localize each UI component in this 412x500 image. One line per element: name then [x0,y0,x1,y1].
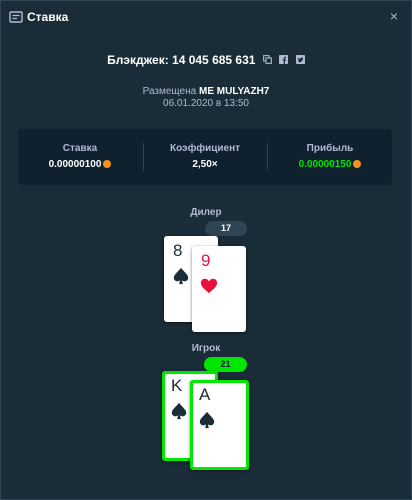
dealer-card-2: 9 [192,246,246,332]
player-card-2: A [190,380,249,470]
twitter-icon[interactable] [295,55,305,65]
copy-icon[interactable] [262,55,272,65]
placed-prefix: Размещена [142,86,197,97]
stake-value: 0.00000100 [48,159,102,170]
modal-header: Ставка × [1,1,411,33]
spade-icon [173,267,189,285]
bet-date: 06.01.2020 в 13:50 [163,98,249,109]
stake-value-row: 0.00000100 [18,159,142,170]
stake-label: Ставка [62,143,98,154]
bet-slip-icon [9,11,23,23]
facebook-icon[interactable] [279,55,289,65]
profit-label: Прибыль [306,143,354,154]
close-button[interactable]: × [387,9,401,23]
placed-by: Размещена ME MULYAZH7 [1,86,411,97]
username-link[interactable]: ME MULYAZH7 [199,86,269,97]
modal-title: Ставка [27,10,69,24]
card-rank: K [171,376,183,395]
card-rank: A [199,385,211,404]
card-rank: 9 [201,251,211,270]
multiplier-value: 2,50× [192,159,218,170]
stat-multiplier: Коэффициент 2,50× [143,129,267,185]
spade-icon [199,411,215,429]
bitcoin-icon [103,160,112,168]
bet-title-row: Блэкджек: 14 045 685 631 [1,51,411,69]
bet-modal: Ставка × Блэкджек: 14 045 685 631 Размещ… [0,0,412,500]
dealer-score-badge: 17 [205,221,247,236]
bitcoin-icon [353,160,362,168]
player-label: Игрок [191,343,221,354]
multiplier-label: Коэффициент [169,143,241,154]
dealer-label: Дилер [190,207,222,218]
bet-title: Блэкджек: 14 045 685 631 [107,52,256,67]
stats-panel: Ставка 0.00000100 Коэффициент 2,50× Приб… [18,129,392,185]
stat-stake: Ставка 0.00000100 [18,129,142,185]
stat-profit: Прибыль 0.00000150 [268,129,392,185]
profit-value: 0.00000150 [298,159,352,170]
heart-icon [200,278,218,294]
card-rank: 8 [173,241,183,260]
player-score-badge: 21 [204,357,247,372]
spade-icon [171,402,187,420]
profit-value-row: 0.00000150 [268,159,392,170]
